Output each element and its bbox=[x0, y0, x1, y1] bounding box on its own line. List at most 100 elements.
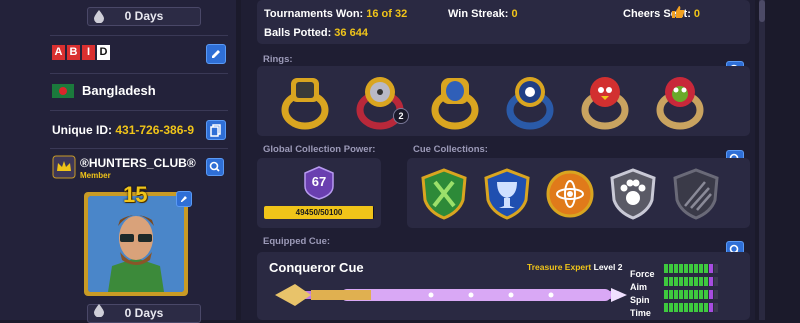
stat-segment bbox=[714, 277, 719, 286]
stat-segment bbox=[689, 277, 694, 286]
club-search-button[interactable] bbox=[206, 158, 224, 176]
edit-name-button[interactable] bbox=[206, 44, 226, 64]
cue-name: Conqueror Cue bbox=[269, 260, 364, 275]
rings-card: 2 bbox=[257, 66, 750, 136]
angry-bird-green-ring-icon[interactable] bbox=[654, 72, 706, 130]
stat-segment bbox=[664, 290, 669, 299]
stat-label: Time bbox=[630, 308, 651, 318]
stat-segment bbox=[689, 303, 694, 312]
bangladesh-flag-icon bbox=[52, 84, 74, 98]
swords-shield-icon[interactable] bbox=[419, 168, 469, 220]
gold-blue-ring-icon[interactable] bbox=[429, 72, 481, 130]
country-name: Bangladesh bbox=[82, 83, 156, 98]
stat-segment bbox=[694, 264, 699, 273]
stat-bar bbox=[664, 303, 719, 320]
stat-segment bbox=[664, 264, 669, 273]
collection-power-progress-text: 49450/50100 bbox=[295, 208, 343, 217]
stat-segment bbox=[699, 303, 704, 312]
stat-segment bbox=[689, 290, 694, 299]
stat-segment bbox=[694, 290, 699, 299]
stat-segment bbox=[674, 277, 679, 286]
stats-card: Tournaments Won: 16 of 32 Win Streak: 0 … bbox=[257, 0, 750, 44]
stat-segment bbox=[714, 303, 719, 312]
copy-icon bbox=[210, 124, 221, 137]
stat-segment bbox=[679, 303, 684, 312]
collection-power-card: 67 49450/50100 bbox=[257, 158, 381, 228]
pencil-icon bbox=[181, 196, 187, 202]
stat-spin: Spin bbox=[630, 290, 719, 305]
edit-avatar-button[interactable] bbox=[176, 191, 192, 207]
stat-segment bbox=[704, 277, 709, 286]
copy-id-button[interactable] bbox=[206, 120, 226, 140]
collection-power-progress: 49450/50100 bbox=[264, 206, 374, 219]
cue-collections-title: Cue Collections: bbox=[413, 144, 488, 155]
unique-id-row: Unique ID: 431-726-386-9 bbox=[52, 123, 194, 137]
stat-segment bbox=[674, 264, 679, 273]
stat-force: Force bbox=[630, 264, 719, 279]
club-role: Member bbox=[80, 171, 111, 180]
stat-segment bbox=[704, 303, 709, 312]
stat-segment bbox=[689, 264, 694, 273]
scrollbar-track[interactable] bbox=[759, 0, 765, 320]
stat-segment bbox=[669, 290, 674, 299]
gold-ring-icon[interactable] bbox=[279, 72, 331, 130]
stat-segment bbox=[714, 290, 719, 299]
stat-segment bbox=[684, 264, 689, 273]
stat-segment bbox=[674, 303, 679, 312]
club-name: ®HUNTERS_CLUB® bbox=[80, 156, 196, 170]
name-tile: I bbox=[82, 45, 95, 60]
stat-segment bbox=[684, 277, 689, 286]
stat-segment bbox=[699, 277, 704, 286]
stat-segment bbox=[699, 264, 704, 273]
stat-segment bbox=[709, 290, 714, 299]
paw-shield-icon[interactable] bbox=[608, 168, 658, 220]
unique-id-value: 431-726-386-9 bbox=[115, 123, 195, 137]
stat-segment bbox=[679, 264, 684, 273]
stat-segment bbox=[704, 290, 709, 299]
avatar-portrait-icon bbox=[88, 196, 184, 292]
stat-segment bbox=[679, 277, 684, 286]
stat-segment bbox=[709, 303, 714, 312]
equipped-cue-title: Equipped Cue: bbox=[263, 236, 331, 247]
avatar bbox=[88, 196, 184, 292]
stat-segment bbox=[709, 264, 714, 273]
scrollbar-thumb[interactable] bbox=[759, 0, 765, 22]
stat-aim: Aim bbox=[630, 277, 719, 292]
name-tile: D bbox=[97, 45, 110, 60]
atom-coin-icon[interactable] bbox=[545, 168, 595, 220]
stat-segment bbox=[664, 303, 669, 312]
collection-power-level: 67 bbox=[311, 174, 327, 189]
chalice-shield-icon[interactable] bbox=[482, 168, 532, 220]
stat-segment bbox=[674, 290, 679, 299]
win-streak: Win Streak: 0 bbox=[448, 8, 518, 20]
angry-bird-red-ring-icon[interactable] bbox=[579, 72, 631, 130]
tournaments-won: Tournaments Won: 16 of 32 bbox=[264, 8, 408, 20]
stat-segment bbox=[694, 277, 699, 286]
unique-id-label: Unique ID: bbox=[52, 123, 112, 137]
water-drop-icon bbox=[94, 304, 104, 317]
search-icon bbox=[209, 161, 220, 172]
stat-segment bbox=[699, 290, 704, 299]
claw-shield-icon[interactable] bbox=[671, 168, 721, 220]
stat-segment bbox=[694, 303, 699, 312]
stat-segment bbox=[664, 277, 669, 286]
cue-tier: Treasure Expert Level 2 bbox=[527, 262, 623, 272]
thumbs-up-icon bbox=[672, 6, 685, 18]
cheers-sent: Cheers Sent: 0 bbox=[623, 8, 701, 20]
stat-segment bbox=[684, 290, 689, 299]
profile-panel: 0 Days A B I D Bangladesh Unique ID: 431… bbox=[0, 0, 236, 323]
stat-segment bbox=[714, 264, 719, 273]
collection-power-title: Global Collection Power: bbox=[263, 144, 376, 155]
player-name-tiles: A B I D bbox=[52, 45, 110, 61]
stat-segment bbox=[679, 290, 684, 299]
club-crown-icon bbox=[52, 155, 76, 179]
conqueror-cue-image[interactable] bbox=[271, 278, 631, 312]
player-level: 15 bbox=[123, 182, 148, 207]
stat-segment bbox=[669, 264, 674, 273]
eight-ball-ring-icon[interactable] bbox=[504, 72, 556, 130]
balls-potted: Balls Potted: 36 644 bbox=[264, 27, 368, 39]
stat-segment bbox=[669, 303, 674, 312]
name-tile: B bbox=[67, 45, 80, 60]
pencil-icon bbox=[212, 50, 220, 58]
name-tile: A bbox=[52, 45, 65, 60]
